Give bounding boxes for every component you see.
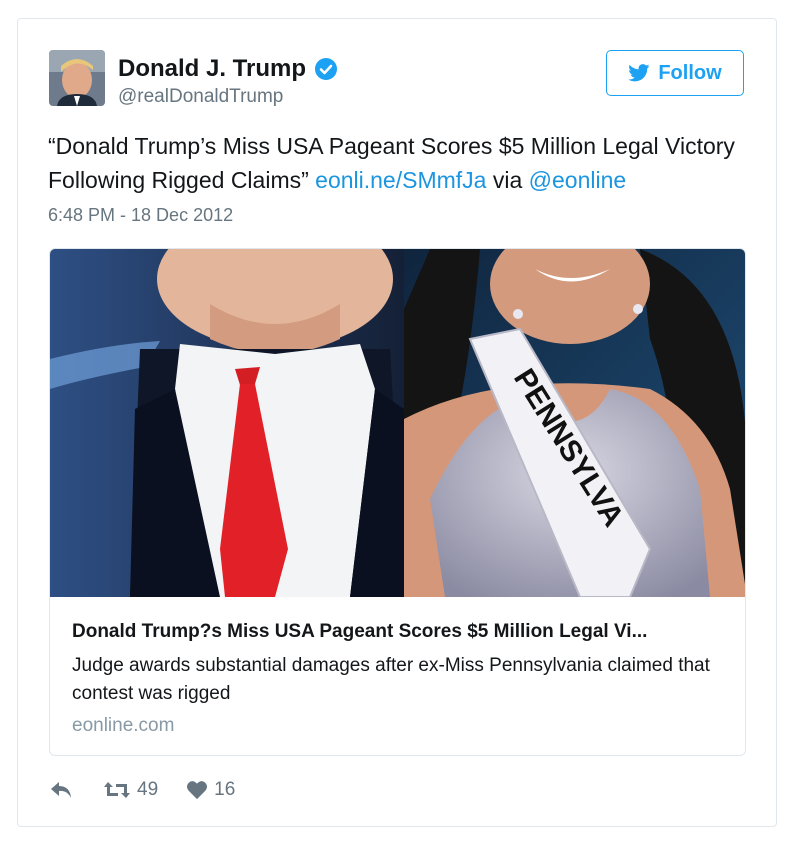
author-name-row[interactable]: Donald J. Trump <box>118 55 338 83</box>
avatar-image <box>49 50 105 106</box>
reply-icon <box>51 782 71 798</box>
tweet-actions: 49 16 <box>49 779 235 801</box>
tweet-link[interactable]: eonli.ne/SMmfJa <box>315 167 486 193</box>
follow-label: Follow <box>658 61 722 84</box>
follow-button[interactable]: Follow <box>606 50 744 96</box>
retweet-button[interactable]: 49 <box>103 779 158 801</box>
like-button[interactable]: 16 <box>186 779 235 801</box>
retweet-count: 49 <box>137 779 159 800</box>
preview-image: PENNSYLVA <box>50 249 745 597</box>
tweet-mention[interactable]: @eonline <box>529 167 627 193</box>
retweet-icon <box>104 782 130 798</box>
avatar[interactable] <box>49 50 105 106</box>
tweet-timestamp[interactable]: 6:48 PM - 18 Dec 2012 <box>48 205 233 226</box>
reply-button[interactable] <box>49 780 73 800</box>
preview-title[interactable]: Donald Trump?s Miss USA Pageant Scores $… <box>72 621 732 643</box>
verified-badge-icon <box>315 58 338 80</box>
preview-description: Judge awards substantial damages after e… <box>72 655 710 704</box>
tweet-via: via <box>486 167 529 193</box>
like-count: 16 <box>214 779 236 800</box>
heart-icon <box>187 781 208 800</box>
tweet-card: Donald J. Trump @realDonaldTrump Follow … <box>17 18 777 827</box>
tweet-text: “Donald Trump’s Miss USA Pageant Scores … <box>48 129 758 197</box>
author-handle[interactable]: @realDonaldTrump <box>118 86 283 108</box>
author-name[interactable]: Donald J. Trump <box>118 55 306 83</box>
preview-domain: eonline.com <box>72 715 175 736</box>
twitter-bird-icon <box>628 64 650 82</box>
link-preview-card[interactable]: PENNSYLVA Donald Trump?s Miss USA Pagean… <box>49 248 746 756</box>
